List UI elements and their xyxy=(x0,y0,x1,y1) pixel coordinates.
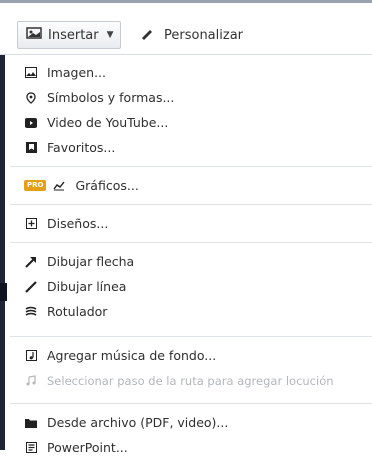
menu-item-label: Símbolos y formas... xyxy=(47,90,175,105)
menu-item-draw-line[interactable]: Dibujar línea xyxy=(10,274,372,299)
menu-item-voiceover: Seleccionar paso de la ruta para agregar… xyxy=(10,368,372,393)
music-note-icon xyxy=(24,375,38,386)
powerpoint-icon xyxy=(24,442,38,453)
marker-icon xyxy=(24,306,38,318)
menu-item-layouts[interactable]: Diseños... xyxy=(10,211,372,236)
menu-divider xyxy=(10,242,372,243)
menu-item-label: Video de YouTube... xyxy=(47,115,169,130)
toolbar: Insertar ▼ Personalizar xyxy=(0,12,372,55)
menu-divider xyxy=(10,166,372,167)
insert-label: Insertar xyxy=(48,27,99,43)
menu-item-add-music[interactable]: Agregar música de fondo... xyxy=(10,343,372,368)
folder-icon xyxy=(24,418,38,428)
personalize-label: Personalizar xyxy=(164,27,244,43)
menu-item-charts[interactable]: PRO Gráficos... xyxy=(10,173,372,198)
personalize-button[interactable]: Personalizar xyxy=(140,21,243,49)
menu-item-label: Seleccionar paso de la ruta para agregar… xyxy=(47,373,334,388)
menu-divider xyxy=(10,336,372,337)
menu-item-label: Favoritos... xyxy=(47,140,116,155)
location-pin-icon xyxy=(24,91,38,104)
menu-item-label: Imagen... xyxy=(47,65,106,80)
bookmark-icon xyxy=(24,142,38,153)
insert-button[interactable]: Insertar ▼ xyxy=(17,21,121,49)
menu-item-powerpoint[interactable]: PowerPoint... xyxy=(10,435,372,460)
plus-box-icon xyxy=(24,218,38,229)
menu-item-draw-arrow[interactable]: Dibujar flecha xyxy=(10,249,372,274)
menu-item-label: PowerPoint... xyxy=(47,440,128,455)
menu-item-image[interactable]: Imagen... xyxy=(10,60,372,85)
menu-item-label: Dibujar flecha xyxy=(47,254,135,269)
insert-menu: Imagen... Símbolos y formas... Video de … xyxy=(10,56,372,455)
play-icon xyxy=(24,117,38,128)
menu-divider xyxy=(10,204,372,205)
menu-item-favorites[interactable]: Favoritos... xyxy=(10,135,372,160)
menu-item-from-file[interactable]: Desde archivo (PDF, video)... xyxy=(10,410,372,435)
chart-icon xyxy=(52,181,66,191)
menu-item-label: Desde archivo (PDF, video)... xyxy=(47,415,229,430)
line-icon xyxy=(24,280,38,293)
menu-item-label: Rotulador xyxy=(47,304,108,319)
left-panel-edge xyxy=(0,55,5,450)
menu-item-label: Agregar música de fondo... xyxy=(47,348,217,363)
menu-item-youtube[interactable]: Video de YouTube... xyxy=(10,110,372,135)
menu-item-label: Gráficos... xyxy=(75,178,139,193)
menu-item-marker[interactable]: Rotulador xyxy=(10,299,372,324)
left-panel-handle[interactable] xyxy=(0,283,7,301)
window-top-border xyxy=(0,0,372,3)
pro-badge: PRO xyxy=(24,180,47,191)
chevron-down-icon: ▼ xyxy=(106,30,114,40)
menu-divider xyxy=(10,403,372,404)
arrow-icon xyxy=(24,256,38,268)
image-icon xyxy=(24,67,38,78)
menu-item-label: Dibujar línea xyxy=(47,279,127,294)
pencil-icon xyxy=(140,26,154,44)
music-box-icon xyxy=(24,350,38,361)
menu-item-label: Diseños... xyxy=(47,216,109,231)
image-icon xyxy=(26,26,42,44)
menu-item-symbols[interactable]: Símbolos y formas... xyxy=(10,85,372,110)
